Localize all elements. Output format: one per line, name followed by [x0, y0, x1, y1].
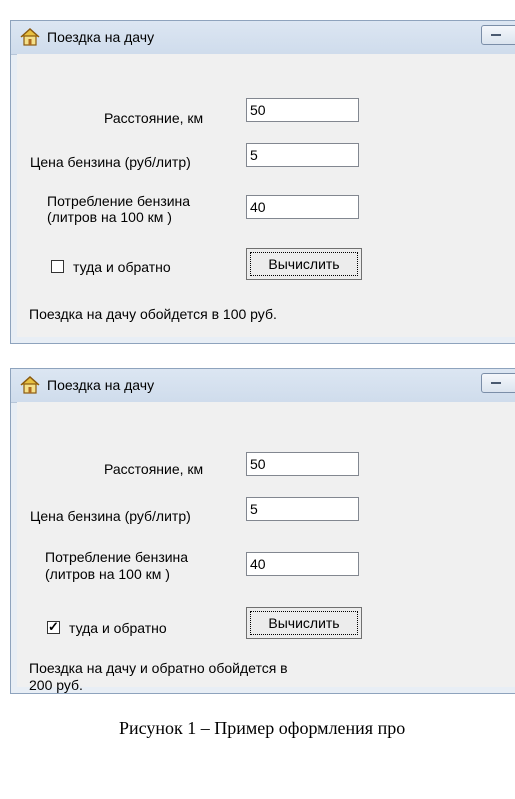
house-icon — [20, 28, 40, 46]
compute-button-label: Вычислить — [250, 611, 358, 635]
minimize-button[interactable] — [481, 373, 515, 393]
checkmark-icon: ✓ — [48, 619, 59, 634]
form-client-area: Расстояние, км Цена бензина (руб/литр) П… — [17, 402, 515, 693]
roundtrip-checkbox[interactable]: ✓ — [47, 619, 60, 634]
consumption-label-line2: (литров на 100 км ) — [45, 566, 170, 582]
minimize-icon — [491, 34, 501, 36]
form-client-area: Расстояние, км Цена бензина (руб/литр) П… — [17, 54, 515, 337]
roundtrip-label: туда и обратно — [73, 259, 171, 275]
figure-caption: Рисунок 1 – Пример оформления про — [119, 718, 406, 738]
minimize-icon — [491, 382, 501, 384]
title-bar[interactable]: Поездка на дачу — [11, 369, 515, 403]
price-input[interactable] — [246, 143, 359, 167]
price-label: Цена бензина (руб/литр) — [30, 508, 191, 524]
distance-input[interactable] — [246, 98, 359, 122]
window-title: Поездка на дачу — [47, 377, 155, 393]
result-text: Поездка на дачу обойдется в 100 руб. — [29, 306, 277, 322]
consumption-input[interactable] — [246, 552, 359, 576]
result-text-line1: Поездка на дачу и обратно обойдется в — [29, 660, 288, 676]
price-label: Цена бензина (руб/литр) — [30, 154, 191, 170]
price-input[interactable] — [246, 497, 359, 521]
window-title: Поездка на дачу — [47, 29, 155, 45]
distance-input[interactable] — [246, 452, 359, 476]
title-bar[interactable]: Поездка на дачу — [11, 21, 515, 55]
consumption-label-line1: Потребление бензина — [45, 549, 189, 565]
distance-label: Расстояние, км — [104, 110, 204, 126]
app-window-2: Поездка на дачу Расстояние, км Цена бенз… — [10, 368, 515, 694]
app-window-1: Поездка на дачу Расстояние, км Цена бенз… — [10, 20, 515, 344]
compute-button[interactable]: Вычислить — [246, 248, 362, 280]
roundtrip-checkbox[interactable] — [51, 260, 64, 273]
minimize-button[interactable] — [481, 25, 515, 45]
compute-button-label: Вычислить — [250, 252, 358, 276]
roundtrip-label: туда и обратно — [69, 620, 167, 636]
house-icon — [20, 376, 40, 394]
result-text-line2: 200 руб. — [29, 677, 83, 693]
consumption-label-line2: (литров на 100 км ) — [47, 209, 172, 225]
compute-button[interactable]: Вычислить — [246, 607, 362, 639]
consumption-label-line1: Потребление бензина — [47, 193, 191, 209]
distance-label: Расстояние, км — [104, 461, 204, 477]
consumption-input[interactable] — [246, 195, 359, 219]
